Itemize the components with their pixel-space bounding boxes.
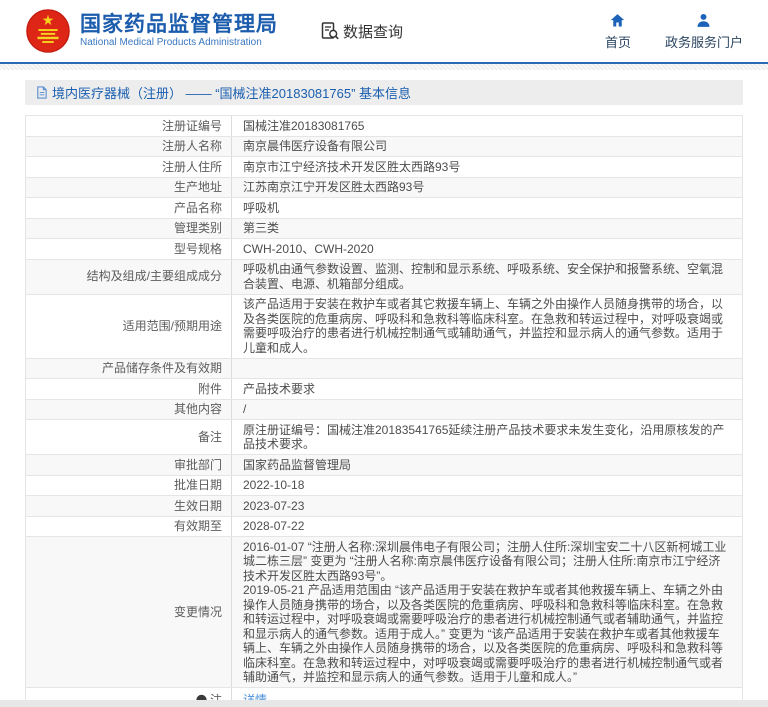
row-value: 国械注准20183081765 xyxy=(232,116,742,136)
table-row: 生效日期 2023-07-23 xyxy=(26,496,742,517)
org-names: 国家药品监督管理局 National Medical Products Admi… xyxy=(80,13,278,49)
row-label: 产品储存条件及有效期 xyxy=(26,359,232,379)
row-label-text: 型号规格 xyxy=(174,242,222,257)
row-value: 原注册证编号：国械注准20183541765延续注册产品技术要求未发生变化，沿用… xyxy=(232,420,742,454)
data-query-nav[interactable]: 数据查询 xyxy=(320,21,403,42)
row-label-text: 注册人名称 xyxy=(162,139,222,154)
portal-nav[interactable]: 政务服务门户 xyxy=(665,12,743,51)
row-label-text: 产品名称 xyxy=(174,201,222,216)
row-label-text: 适用范围/预期用途 xyxy=(123,319,222,334)
row-value: 2022-10-18 xyxy=(232,476,742,496)
row-label: 注册证编号 xyxy=(26,116,232,136)
row-label-text: 审批部门 xyxy=(174,458,222,473)
table-row: 产品储存条件及有效期 xyxy=(26,359,742,380)
table-row: 注册人名称 南京晨伟医疗设备有限公司 xyxy=(26,137,742,158)
table-row: 其他内容 / xyxy=(26,400,742,421)
row-label: 批准日期 xyxy=(26,476,232,496)
row-value: 国家药品监督管理局 xyxy=(232,455,742,475)
home-icon xyxy=(609,12,626,29)
row-value: / xyxy=(232,400,742,420)
table-row: 结构及组成/主要组成成分 呼吸机由通气参数设置、监测、控制和显示系统、呼吸系统、… xyxy=(26,260,742,295)
row-label-text: 产品储存条件及有效期 xyxy=(102,361,222,376)
row-value xyxy=(232,359,742,379)
table-row: 附件 产品技术要求 xyxy=(26,379,742,400)
row-label-text: 注册证编号 xyxy=(162,119,222,134)
row-value: 南京市江宁经济技术开发区胜太西路93号 xyxy=(232,157,742,177)
table-row: 产品名称 呼吸机 xyxy=(26,198,742,219)
home-label: 首页 xyxy=(605,32,631,51)
table-row: 生产地址 江苏南京江宁开发区胜太西路93号 xyxy=(26,178,742,199)
row-label-text: 批准日期 xyxy=(174,478,222,493)
row-value: 呼吸机由通气参数设置、监测、控制和显示系统、呼吸系统、安全保护和报警系统、空氧混… xyxy=(232,260,742,294)
table-row: 注册人住所 南京市江宁经济技术开发区胜太西路93号 xyxy=(26,157,742,178)
site-header: 国家药品监督管理局 National Medical Products Admi… xyxy=(0,0,768,62)
row-label-text: 有效期至 xyxy=(174,519,222,534)
footer-strip xyxy=(0,700,768,707)
breadcrumb-text: 境内医疗器械（注册） —— “国械注准20183081765” 基本信息 xyxy=(52,83,411,102)
row-value: 2016-01-07 “注册人名称:深圳晨伟电子有限公司；注册人住所:深圳宝安二… xyxy=(232,537,742,687)
table-row: 型号规格 CWH-2010、CWH-2020 xyxy=(26,239,742,260)
row-label: 注册人名称 xyxy=(26,137,232,157)
row-label: 管理类别 xyxy=(26,219,232,239)
row-label: 有效期至 xyxy=(26,517,232,537)
info-table: 注册证编号 国械注准20183081765 注册人名称 南京晨伟医疗设备有限公司 xyxy=(25,115,743,707)
national-emblem-logo xyxy=(25,8,71,54)
row-label: 备注 xyxy=(26,420,232,454)
home-nav[interactable]: 首页 xyxy=(605,12,631,51)
row-label-text: 备注 xyxy=(198,430,222,445)
row-value: CWH-2010、CWH-2020 xyxy=(232,239,742,259)
table-row: 适用范围/预期用途 该产品适用于安装在救护车或者其它救援车辆上、车辆之外由操作人… xyxy=(26,295,742,359)
row-value: 2023-07-23 xyxy=(232,496,742,516)
org-name-en: National Medical Products Administration xyxy=(80,37,278,49)
header-hatch-texture xyxy=(0,64,768,70)
table-row: 有效期至 2028-07-22 xyxy=(26,517,742,538)
portal-label: 政务服务门户 xyxy=(665,32,743,51)
row-label-text: 其他内容 xyxy=(174,402,222,417)
row-value: 该产品适用于安装在救护车或者其它救援车辆上、车辆之外由操作人员随身携带的场合，以… xyxy=(232,295,742,358)
row-label-text: 变更情况 xyxy=(174,605,222,620)
page: 国家药品监督管理局 National Medical Products Admi… xyxy=(0,0,768,707)
row-value: 南京晨伟医疗设备有限公司 xyxy=(232,137,742,157)
row-label: 生效日期 xyxy=(26,496,232,516)
row-label: 适用范围/预期用途 xyxy=(26,295,232,358)
table-row: 管理类别 第三类 xyxy=(26,219,742,240)
row-label-text: 管理类别 xyxy=(174,221,222,236)
table-row: 注册证编号 国械注准20183081765 xyxy=(26,116,742,137)
row-label-text: 结构及组成/主要组成成分 xyxy=(87,269,222,284)
breadcrumb: 境内医疗器械（注册） —— “国械注准20183081765” 基本信息 xyxy=(25,80,743,105)
row-label-text: 注册人住所 xyxy=(162,160,222,175)
row-label: 审批部门 xyxy=(26,455,232,475)
org-name-cn: 国家药品监督管理局 xyxy=(80,13,278,37)
row-label-text: 生产地址 xyxy=(174,180,222,195)
row-label: 附件 xyxy=(26,379,232,399)
row-value: 呼吸机 xyxy=(232,198,742,218)
row-label-text: 生效日期 xyxy=(174,499,222,514)
row-label-text: 附件 xyxy=(198,382,222,397)
row-label: 变更情况 xyxy=(26,537,232,687)
table-row: 审批部门 国家药品监督管理局 xyxy=(26,455,742,476)
table-row: 变更情况 2016-01-07 “注册人名称:深圳晨伟电子有限公司；注册人住所:… xyxy=(26,537,742,688)
document-icon xyxy=(35,86,48,99)
row-label: 产品名称 xyxy=(26,198,232,218)
row-label: 其他内容 xyxy=(26,400,232,420)
data-query-label: 数据查询 xyxy=(343,21,403,42)
data-query-icon xyxy=(320,21,340,41)
row-label: 生产地址 xyxy=(26,178,232,198)
table-row: 批准日期 2022-10-18 xyxy=(26,476,742,497)
row-value: 2028-07-22 xyxy=(232,517,742,537)
row-value: 产品技术要求 xyxy=(232,379,742,399)
user-icon xyxy=(695,12,712,29)
row-label: 结构及组成/主要组成成分 xyxy=(26,260,232,294)
row-label: 型号规格 xyxy=(26,239,232,259)
table-row: 备注 原注册证编号：国械注准20183541765延续注册产品技术要求未发生变化… xyxy=(26,420,742,455)
row-value: 江苏南京江宁开发区胜太西路93号 xyxy=(232,178,742,198)
row-value: 第三类 xyxy=(232,219,742,239)
row-label: 注册人住所 xyxy=(26,157,232,177)
